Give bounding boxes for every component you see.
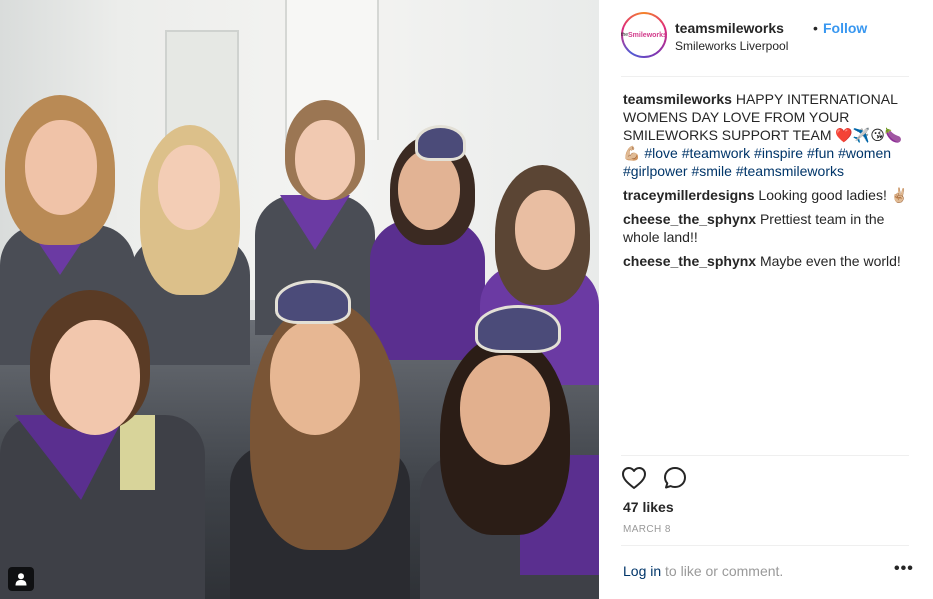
location-link[interactable]: Smileworks Liverpool <box>675 39 788 53</box>
comment-author-link[interactable]: cheese_the_sphynx <box>623 253 756 269</box>
comment-item: cheese_the_sphynx Prettiest team in the … <box>623 210 915 246</box>
hashtag-link[interactable]: #teamwork <box>682 145 750 161</box>
more-options-button[interactable]: ••• <box>894 560 914 578</box>
footer-divider <box>621 545 909 546</box>
heart-icon <box>622 467 646 489</box>
actions-divider <box>621 455 909 456</box>
person-8 <box>420 305 599 599</box>
caption: teamsmileworks HAPPY INTERNATIONAL WOMEN… <box>623 90 915 180</box>
caption-author-link[interactable]: teamsmileworks <box>623 91 732 107</box>
user-tag-icon <box>15 573 27 586</box>
avatar[interactable]: the Smileworks <box>621 12 667 58</box>
login-prompt: Log in to like or comment. <box>623 563 783 579</box>
header-divider <box>621 76 909 77</box>
post-header: the Smileworks teamsmileworks • Follow Sm… <box>621 12 911 64</box>
login-prompt-text: to like or comment. <box>665 563 784 579</box>
comment-text: Looking good ladies! ✌🏼 <box>758 187 909 203</box>
comment-item: traceymillerdesigns Looking good ladies!… <box>623 186 915 204</box>
header-separator: • <box>813 20 818 36</box>
comment-author-link[interactable]: cheese_the_sphynx <box>623 211 756 227</box>
hashtag-link[interactable]: #teamsmileworks <box>736 163 844 179</box>
avatar-logo: the Smileworks <box>621 14 667 56</box>
post-sidebar: the Smileworks teamsmileworks • Follow Sm… <box>599 0 933 599</box>
hashtag-link[interactable]: #smile <box>691 163 731 179</box>
avatar-logo-prefix: the <box>621 32 629 38</box>
comments-list: teamsmileworks HAPPY INTERNATIONAL WOMEN… <box>623 90 915 276</box>
hashtag-link[interactable]: #fun <box>807 145 834 161</box>
post-date: MARCH 8 <box>623 524 671 535</box>
more-options-icon: ••• <box>894 560 914 577</box>
likes-count[interactable]: 47 likes <box>623 499 674 515</box>
person-7 <box>230 280 410 599</box>
avatar-logo-brand: Smileworks <box>628 31 667 39</box>
post-photo[interactable] <box>0 0 599 599</box>
comment-text: Maybe even the world! <box>759 253 901 269</box>
person-6 <box>0 290 210 599</box>
login-link[interactable]: Log in <box>623 563 661 579</box>
hashtag-link[interactable]: #women <box>838 145 891 161</box>
username-link[interactable]: teamsmileworks <box>675 20 784 36</box>
hashtag-link[interactable]: #love <box>644 145 677 161</box>
comment-icon <box>664 467 686 489</box>
comment-button[interactable] <box>663 466 687 490</box>
like-button[interactable] <box>621 466 647 490</box>
comment-item: cheese_the_sphynx Maybe even the world! <box>623 252 915 270</box>
hashtag-link[interactable]: #inspire <box>754 145 803 161</box>
follow-button[interactable]: Follow <box>823 20 867 36</box>
tagged-people-button[interactable] <box>8 567 34 591</box>
hashtag-link[interactable]: #girlpower <box>623 163 688 179</box>
comment-author-link[interactable]: traceymillerdesigns <box>623 187 755 203</box>
